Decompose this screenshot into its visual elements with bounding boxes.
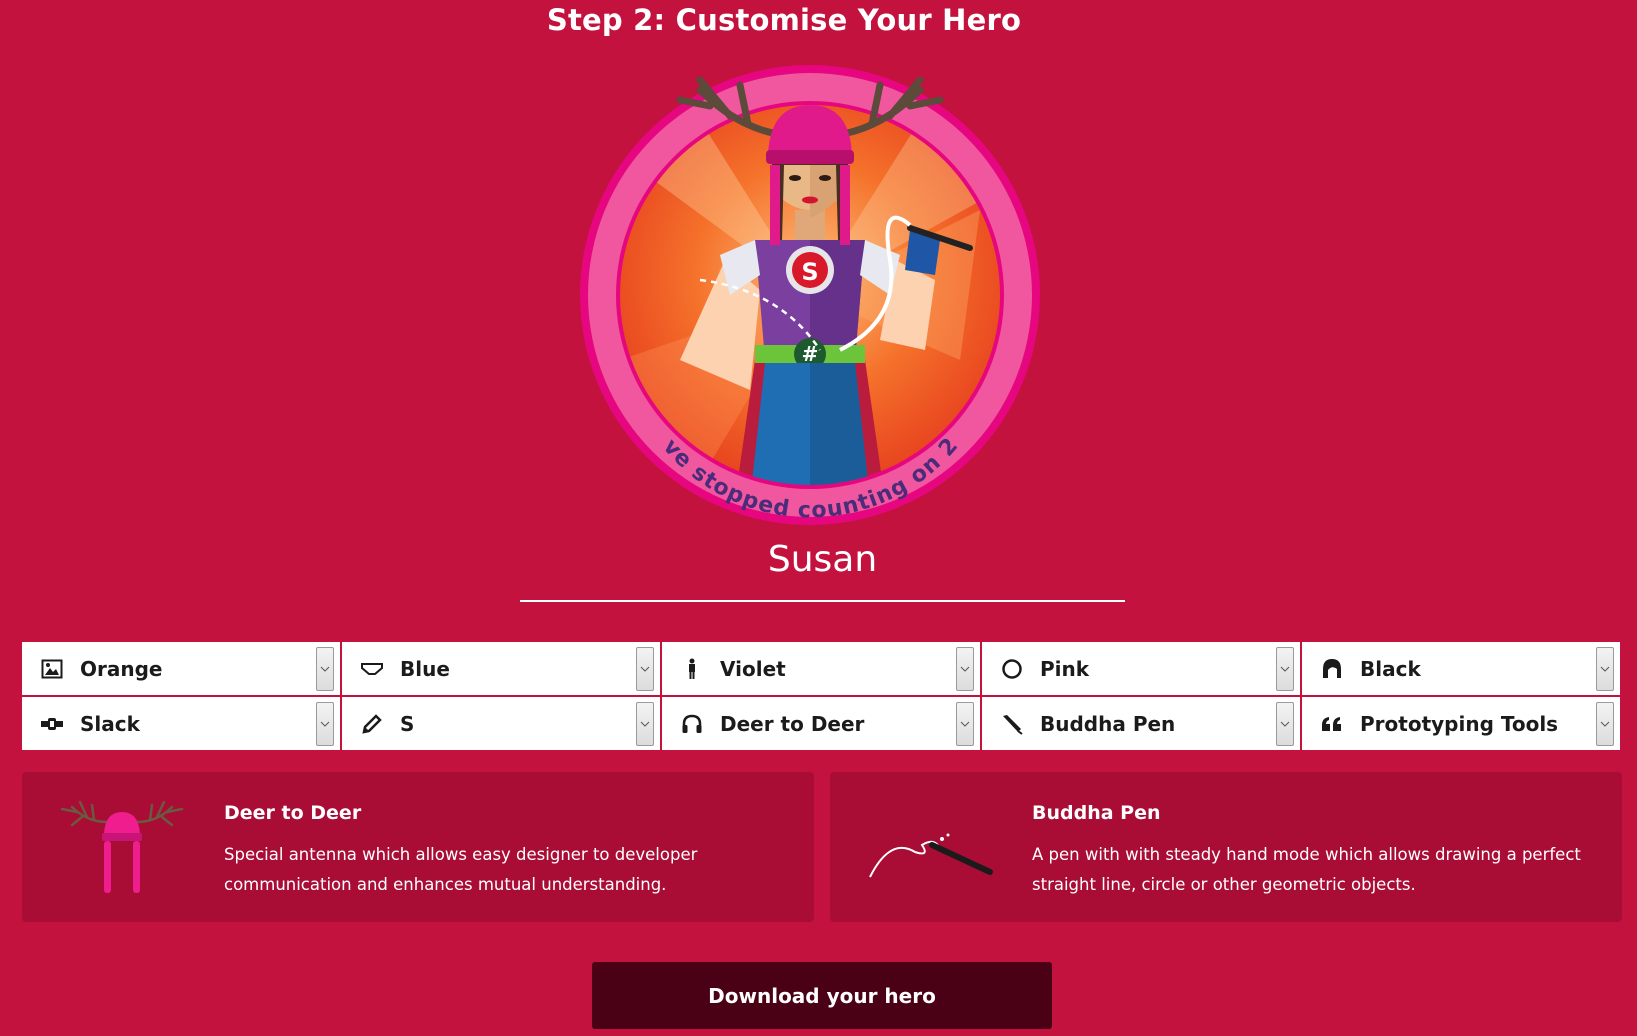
person-icon [678, 655, 706, 683]
circle-icon [998, 655, 1026, 683]
select-value: Black [1360, 656, 1421, 681]
card-description: A pen with with steady hand mode which a… [1032, 845, 1581, 894]
hair-icon [1318, 655, 1346, 683]
select-value: Deer to Deer [720, 711, 865, 736]
pencil-icon [358, 710, 386, 738]
pen-icon [998, 710, 1026, 738]
hero-name-underline [520, 600, 1125, 602]
card-title: Deer to Deer [224, 802, 362, 824]
select-emblem[interactable]: S [342, 697, 660, 750]
chevron-down-icon[interactable] [636, 647, 654, 691]
select-value: S [400, 711, 415, 736]
deer-helmet-illustration [60, 800, 184, 893]
select-underwear-color[interactable]: Blue [342, 642, 660, 695]
select-headgear[interactable]: Deer to Deer [662, 697, 980, 750]
select-value: Orange [80, 656, 163, 681]
page-title: Step 2: Customise Your Hero [546, 3, 1022, 37]
chevron-down-icon[interactable] [1276, 647, 1294, 691]
belt-icon [38, 710, 66, 738]
download-hero-button[interactable]: Download your hero [592, 962, 1052, 1029]
hero-badge: # S “I’ve stopped counting on 23” [580, 60, 1040, 525]
select-value: Slack [80, 711, 140, 736]
select-value: Pink [1040, 656, 1090, 681]
chevron-down-icon[interactable] [1596, 702, 1614, 746]
buddha-pen-illustration [869, 833, 993, 878]
chevron-down-icon[interactable] [1276, 702, 1294, 746]
image-icon [38, 655, 66, 683]
chevron-down-icon[interactable] [316, 702, 334, 746]
select-background-color[interactable]: Orange [22, 642, 340, 695]
select-quote[interactable]: Prototyping Tools [1302, 697, 1620, 750]
select-value: Buddha Pen [1040, 711, 1176, 736]
chevron-down-icon[interactable] [956, 647, 974, 691]
headgear-info-card: Deer to Deer Special antenna which allow… [22, 772, 814, 922]
select-suit-color[interactable]: Violet [662, 642, 980, 695]
select-belt[interactable]: Slack [22, 697, 340, 750]
quote-icon [1318, 710, 1346, 738]
card-title: Buddha Pen [1032, 802, 1161, 824]
gadget-info-card: Buddha Pen A pen with with steady hand m… [830, 772, 1622, 922]
select-value: Violet [720, 656, 786, 681]
select-gadget[interactable]: Buddha Pen [982, 697, 1300, 750]
chevron-down-icon[interactable] [636, 702, 654, 746]
card-description: Special antenna which allows easy design… [224, 845, 698, 894]
hero-name-input[interactable]: Susan [520, 535, 1125, 585]
select-value: Prototyping Tools [1360, 711, 1559, 736]
headphones-icon [678, 710, 706, 738]
underwear-icon [358, 655, 386, 683]
select-value: Blue [400, 656, 450, 681]
select-helmet-color[interactable]: Pink [982, 642, 1300, 695]
customisation-selects: Orange Blue Violet Pink Black Slack S De… [22, 642, 1622, 752]
select-hair-color[interactable]: Black [1302, 642, 1620, 695]
chevron-down-icon[interactable] [1596, 647, 1614, 691]
chevron-down-icon[interactable] [316, 647, 334, 691]
hero-emblem-letter: S [801, 258, 818, 286]
chevron-down-icon[interactable] [956, 702, 974, 746]
